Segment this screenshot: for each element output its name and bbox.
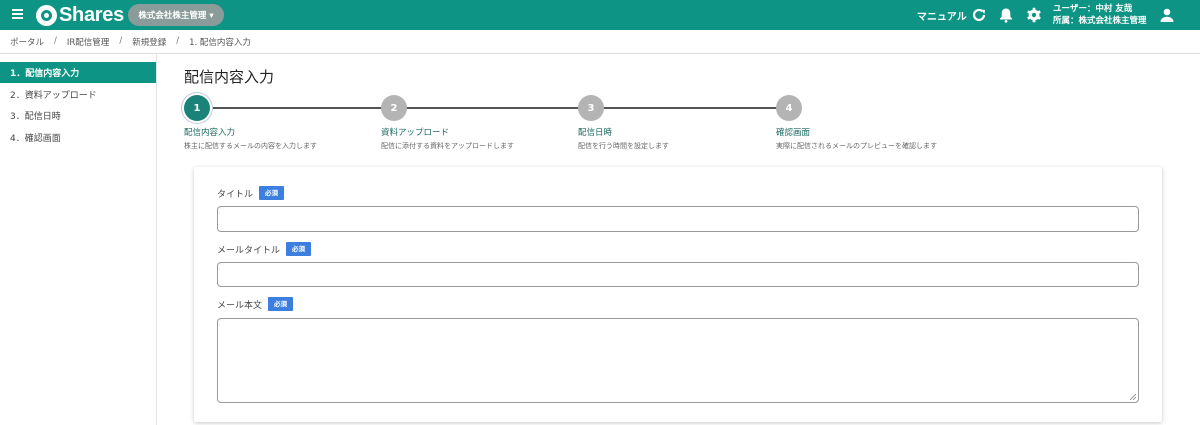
step-3-description: 配信を行う時間を設定します <box>578 142 669 150</box>
user-affiliation: 所属：株式会社株主管理 <box>1053 16 1147 26</box>
step-1-description: 株主に配信するメールの内容を入力します <box>184 142 317 150</box>
title-field-label: タイトル 必須 <box>217 186 285 200</box>
step-3-label: 配信日時 <box>578 128 613 138</box>
breadcrumb-current: 1. 配信内容入力 <box>189 38 251 48</box>
required-badge: 必須 <box>268 297 294 311</box>
step-2-indicator[interactable]: 2 <box>381 95 407 121</box>
mail-title-field-label: メールタイトル 必須 <box>217 242 312 256</box>
mail-title-input[interactable] <box>217 262 1139 287</box>
step-2-description: 配信に添付する資料をアップロードします <box>381 142 514 150</box>
logo-text: Shares <box>59 4 124 26</box>
company-selector[interactable]: 株式会社株主管理 ▾ <box>128 4 224 26</box>
step-4-description: 実際に配信されるメールのプレビューを確認します <box>776 142 937 150</box>
hamburger-menu-icon[interactable] <box>12 9 23 21</box>
mail-body-textarea[interactable] <box>217 318 1139 403</box>
stepper-connector <box>394 107 591 109</box>
breadcrumb-ir-management[interactable]: IR配信管理 <box>67 36 109 48</box>
refresh-icon[interactable] <box>971 7 987 23</box>
stepper-connector <box>197 107 394 109</box>
breadcrumb-portal[interactable]: ポータル <box>10 36 44 48</box>
sidebar-item-content-input[interactable]: 1．配信内容入力 <box>0 62 156 83</box>
user-avatar-icon[interactable] <box>1159 7 1175 23</box>
breadcrumb-separator: / <box>54 36 57 46</box>
bell-icon[interactable] <box>998 7 1014 23</box>
logo-mark-icon <box>36 5 57 26</box>
sidebar-item-confirm[interactable]: 4．確認画面 <box>0 127 156 148</box>
step-3-indicator[interactable]: 3 <box>578 95 604 121</box>
sidebar-item-schedule[interactable]: 3．配信日時 <box>0 105 156 126</box>
resize-handle-icon[interactable] <box>1130 394 1136 400</box>
step-4-indicator[interactable]: 4 <box>776 95 802 121</box>
required-badge: 必須 <box>259 186 285 200</box>
user-name: ユーザー：中村 友哉 <box>1053 4 1133 14</box>
step-1-label: 配信内容入力 <box>184 128 236 138</box>
app-logo[interactable]: Shares <box>36 4 124 27</box>
page-title: 配信内容入力 <box>184 68 275 86</box>
sidebar: 1．配信内容入力 2．資料アップロード 3．配信日時 4．確認画面 <box>0 54 157 425</box>
content-form-card: タイトル 必須 メールタイトル 必須 メール本文 必須 <box>194 167 1162 422</box>
mail-title-label-text: メールタイトル <box>217 245 281 256</box>
title-input[interactable] <box>217 206 1139 232</box>
breadcrumb-separator: / <box>119 36 123 46</box>
breadcrumb-new-registration[interactable]: 新規登録 <box>132 36 166 48</box>
mail-body-label-text: メール本文 <box>217 300 263 311</box>
sidebar-item-upload[interactable]: 2．資料アップロード <box>0 84 156 105</box>
step-2-label: 資料アップロード <box>381 128 450 138</box>
breadcrumb-divider <box>0 53 1200 54</box>
breadcrumb: ポータル / IR配信管理 / 新規登録 / 1. 配信内容入力 <box>10 36 251 48</box>
stepper-connector <box>591 107 789 109</box>
top-bar: Shares 株式会社株主管理 ▾ マニュアル ユーザー：中村 友哉 所属：株式… <box>0 0 1200 30</box>
user-info: ユーザー：中村 友哉 所属：株式会社株主管理 <box>1053 3 1147 27</box>
required-badge: 必須 <box>286 242 312 256</box>
mail-body-field-label: メール本文 必須 <box>217 297 294 311</box>
gear-icon[interactable] <box>1026 7 1042 23</box>
manual-link[interactable]: マニュアル <box>917 8 967 23</box>
step-1-indicator[interactable]: 1 <box>184 95 210 121</box>
breadcrumb-separator: / <box>176 36 180 46</box>
title-label-text: タイトル <box>217 189 254 200</box>
step-4-label: 確認画面 <box>776 128 811 138</box>
